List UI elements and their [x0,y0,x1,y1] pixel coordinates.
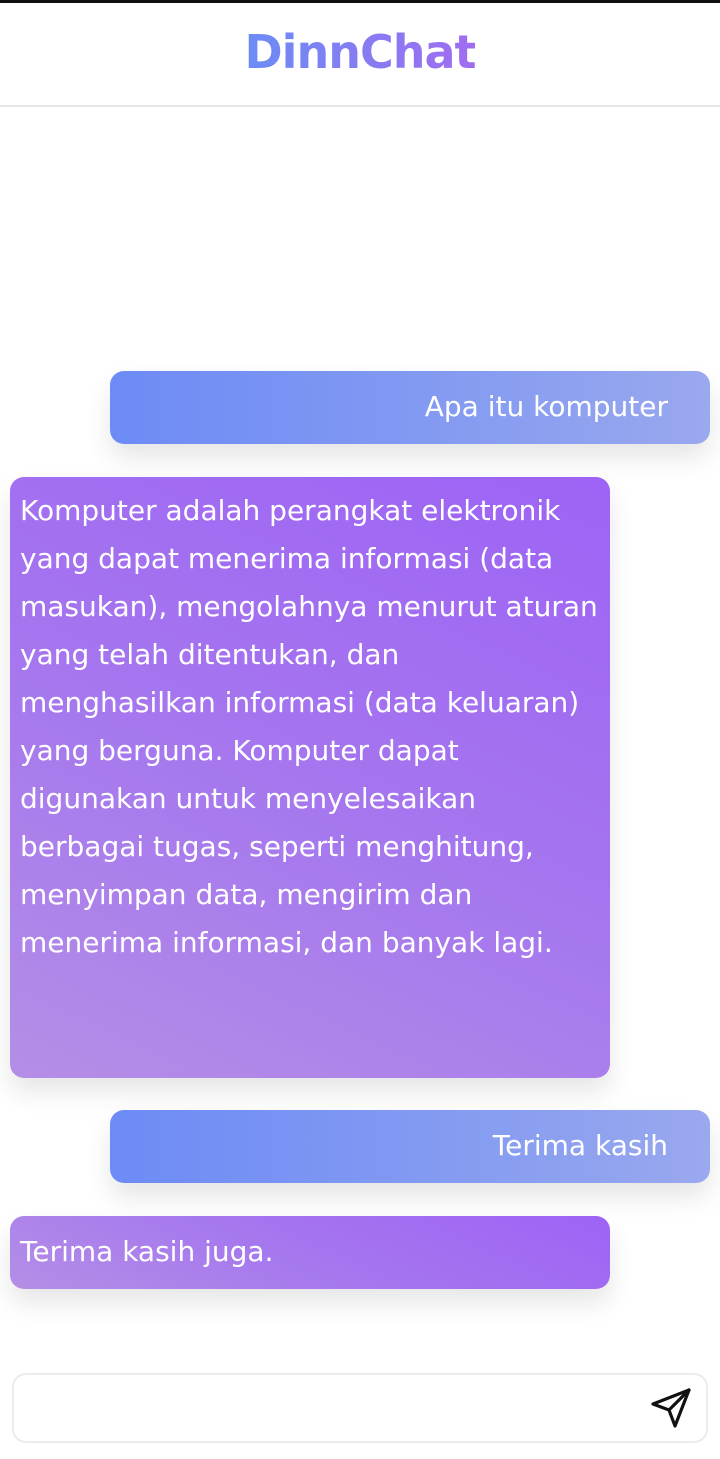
message-input[interactable] [14,1375,634,1441]
send-icon [651,1388,691,1428]
bot-message: Komputer adalah perangkat elektronik yan… [10,477,610,1078]
message-composer [12,1373,708,1443]
app-title: DinnChat [244,25,477,79]
app-header: DinnChat [0,3,720,107]
bot-message: Terima kasih juga. [10,1216,610,1289]
user-message: Terima kasih [110,1110,710,1183]
user-message: Apa itu komputer [110,371,710,444]
chat-app: DinnChat Apa itu komputer Komputer adala… [0,0,720,1459]
send-button[interactable] [646,1383,696,1433]
